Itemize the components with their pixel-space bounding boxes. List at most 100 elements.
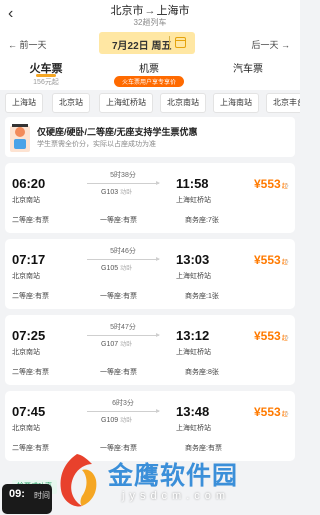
time-filter-value: 09: <box>9 488 25 500</box>
calendar-icon[interactable] <box>175 37 186 48</box>
arrival-station: 上海虹桥站 <box>176 425 211 432</box>
watermark: 金鹰软件园 jysdcm.com <box>52 448 292 515</box>
route-line <box>87 181 160 185</box>
price: ¥553起 <box>254 405 288 419</box>
station-chip[interactable]: 北京南站 <box>160 93 206 113</box>
date-selector[interactable]: 7月22日 周五 <box>99 32 195 54</box>
route-line <box>87 409 160 413</box>
train-tag: 动卧 <box>120 418 133 424</box>
departure-station: 北京南站 <box>12 197 40 204</box>
watermark-url: jysdcm.com <box>122 490 231 502</box>
origin-city: 北京市 <box>110 5 144 17</box>
train-tag: 动卧 <box>120 342 133 348</box>
tab-train[interactable]: 火车票 156元起 <box>18 60 74 87</box>
seat-first-class: 一等座:有票 <box>100 217 137 224</box>
selected-date: 7月22日 周五 <box>112 41 172 52</box>
banner-subtitle: 学生票需全价分，实际以占座成功为准 <box>37 141 156 148</box>
chevron-right-icon: › <box>285 254 289 268</box>
departure-station: 北京南站 <box>12 349 40 356</box>
train-number-value: G107 <box>101 341 119 348</box>
train-number-value: G103 <box>101 189 119 196</box>
station-filter: 上海站 北京站 上海虹桥站 北京南站 上海南站 北京丰台站 <box>0 91 300 115</box>
date-bar: ← 前一天 7月22日 周五 后一天 → <box>0 30 300 58</box>
arrival-time: 13:48 <box>176 404 210 419</box>
route-line <box>87 333 160 337</box>
duration: 5时46分 <box>110 248 136 255</box>
seat-first-class: 一等座:有票 <box>100 293 137 300</box>
time-filter-label: 时间 <box>34 491 50 500</box>
top-bar: ‹ 北京市→上海市 32趟列车 <box>0 0 300 30</box>
price-value: ¥553 <box>254 253 281 267</box>
station-chip[interactable]: 上海南站 <box>213 93 259 113</box>
station-chip[interactable]: 上海虹桥站 <box>99 93 153 113</box>
banner-title: 仅硬座/硬卧/二等座/无座支持学生票优惠 <box>37 127 198 137</box>
price: ¥553起 <box>254 253 288 267</box>
tab-bus-label: 汽车票 <box>233 64 263 75</box>
student-icon <box>10 124 30 152</box>
duration: 6时3分 <box>112 400 134 407</box>
route-arrow: → <box>144 5 156 17</box>
train-count: 32趟列车 <box>133 18 167 27</box>
chevron-right-icon: › <box>285 406 289 420</box>
train-number-value: G105 <box>101 265 119 272</box>
departure-station: 北京南站 <box>12 273 40 280</box>
seat-availability: 二等座:有票 一等座:有票 商务座:7张 <box>5 215 295 229</box>
price: ¥553起 <box>254 329 288 343</box>
arrival-time: 11:58 <box>176 176 209 191</box>
seat-availability: 二等座:有票 一等座:有票 商务座:8张 <box>5 367 295 381</box>
transport-tabs: 火车票 156元起 机票 火车票用户享专享价 汽车票 <box>0 58 300 90</box>
station-chip[interactable]: 上海站 <box>5 93 43 113</box>
tab-train-price: 156元起 <box>33 79 59 86</box>
arrival-station: 上海虹桥站 <box>176 197 211 204</box>
seat-business-class: 商务座:7张 <box>185 217 219 224</box>
arrival-station: 上海虹桥站 <box>176 349 211 356</box>
departure-station: 北京南站 <box>12 425 40 432</box>
station-chip[interactable]: 北京丰台站 <box>266 93 300 113</box>
train-number: G105 动卧 <box>101 263 132 272</box>
price: ¥553起 <box>254 177 288 191</box>
departure-time: 07:45 <box>12 404 46 419</box>
price-value: ¥553 <box>254 405 281 419</box>
tab-bus[interactable]: 汽车票 <box>228 60 268 75</box>
train-number: G107 动卧 <box>101 339 132 348</box>
seat-first-class: 一等座:有票 <box>100 369 137 376</box>
destination-city: 上海市 <box>156 5 190 17</box>
watermark-title: 金鹰软件园 <box>108 462 239 490</box>
seat-business-class: 商务座:8张 <box>185 369 219 376</box>
train-card[interactable]: 07:25 北京南站 5时47分 G107 动卧 13:12 上海虹桥站 ¥553… <box>5 315 295 385</box>
seat-second-class: 二等座:有票 <box>12 293 49 300</box>
chevron-right-icon: › <box>285 330 289 344</box>
price-value: ¥553 <box>254 329 281 343</box>
duration: 5时38分 <box>110 172 136 179</box>
train-tag: 动卧 <box>120 190 133 196</box>
train-card[interactable]: 07:17 北京南站 5时46分 G105 动卧 13:03 上海虹桥站 ¥553… <box>5 239 295 309</box>
train-number-value: G109 <box>101 417 119 424</box>
price-value: ¥553 <box>254 177 281 191</box>
prev-day-button[interactable]: ← 前一天 <box>8 38 47 51</box>
arrival-time: 13:03 <box>176 252 210 267</box>
train-tag: 动卧 <box>120 266 133 272</box>
next-day-button[interactable]: 后一天 → <box>251 38 290 51</box>
train-number: G103 动卧 <box>101 187 132 196</box>
train-card[interactable]: 06:20 北京南站 5时38分 G103 动卧 11:58 上海虹桥站 ¥553… <box>5 163 295 233</box>
train-number: G109 动卧 <box>101 415 132 424</box>
duration: 5时47分 <box>110 324 136 331</box>
departure-time: 07:17 <box>12 252 46 267</box>
departure-time: 07:25 <box>12 328 46 343</box>
active-tab-indicator <box>36 74 56 77</box>
seat-availability: 二等座:有票 一等座:有票 商务座:1张 <box>5 291 295 305</box>
seat-second-class: 二等座:有票 <box>12 217 49 224</box>
seat-second-class: 二等座:有票 <box>12 369 49 376</box>
route-title: 北京市→上海市 <box>0 2 300 18</box>
route-line <box>87 257 160 261</box>
arrival-station: 上海虹桥站 <box>176 273 211 280</box>
student-ticket-banner[interactable]: 仅硬座/硬卧/二等座/无座支持学生票优惠 学生票需全价分，实际以占座成功为准 <box>5 117 295 157</box>
seat-second-class: 二等座:有票 <box>12 445 49 452</box>
station-chip[interactable]: 北京站 <box>52 93 90 113</box>
time-filter-button[interactable]: 09: 时间 <box>2 484 52 514</box>
tab-plane-label: 机票 <box>139 64 159 75</box>
chevron-right-icon: › <box>285 178 289 192</box>
departure-time: 06:20 <box>12 176 46 191</box>
plane-promo-badge: 火车票用户享专享价 <box>114 76 184 87</box>
tab-plane[interactable]: 机票 火车票用户享专享价 <box>114 60 184 87</box>
